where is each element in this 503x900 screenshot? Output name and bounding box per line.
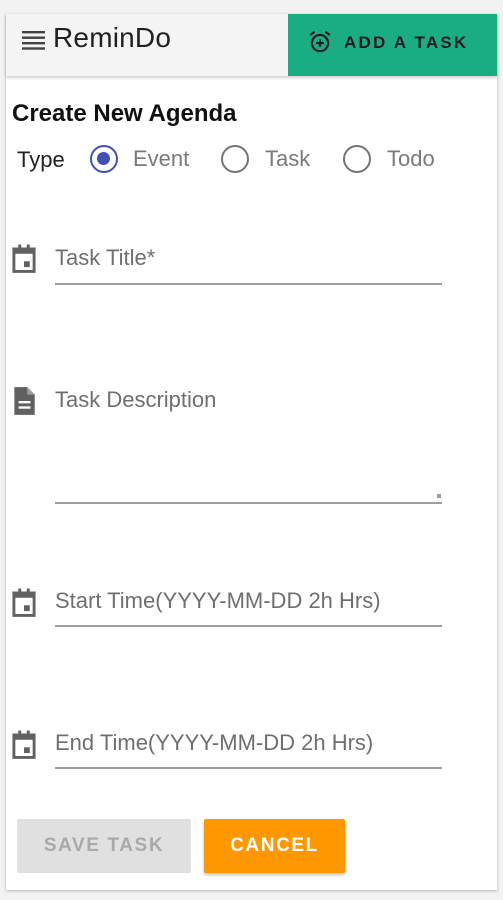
calendar-icon bbox=[12, 588, 36, 617]
calendar-icon bbox=[12, 244, 36, 273]
form-heading: Create New Agenda bbox=[12, 100, 237, 127]
task-description-underline bbox=[55, 502, 442, 504]
radio-task[interactable] bbox=[221, 145, 249, 173]
radio-task-label[interactable]: Task bbox=[265, 146, 310, 172]
radio-todo[interactable] bbox=[343, 145, 371, 173]
task-description-input[interactable]: Task Description bbox=[55, 387, 216, 413]
add-task-label: ADD A TASK bbox=[344, 33, 469, 52]
cancel-button[interactable]: CANCEL bbox=[204, 819, 345, 873]
document-icon bbox=[14, 387, 35, 415]
start-time-underline bbox=[55, 625, 442, 627]
menu-icon[interactable] bbox=[22, 30, 46, 50]
app-title: ReminDo bbox=[53, 22, 172, 53]
task-title-input[interactable]: Task Title* bbox=[55, 245, 155, 271]
type-label: Type bbox=[17, 147, 65, 172]
task-title-underline bbox=[55, 283, 442, 285]
alarm-add-icon bbox=[309, 30, 331, 53]
end-time-underline bbox=[55, 767, 442, 769]
radio-todo-label[interactable]: Todo bbox=[387, 146, 435, 172]
radio-event[interactable] bbox=[90, 145, 118, 173]
calendar-icon bbox=[12, 730, 36, 759]
textarea-resize-handle[interactable] bbox=[437, 494, 441, 498]
save-task-button[interactable]: SAVE TASK bbox=[17, 819, 191, 873]
start-time-input[interactable]: Start Time(YYYY-MM-DD 2h Hrs) bbox=[55, 588, 381, 614]
radio-event-label[interactable]: Event bbox=[133, 146, 189, 172]
end-time-input[interactable]: End Time(YYYY-MM-DD 2h Hrs) bbox=[55, 730, 373, 756]
add-task-button[interactable]: ADD A TASK bbox=[288, 14, 497, 76]
